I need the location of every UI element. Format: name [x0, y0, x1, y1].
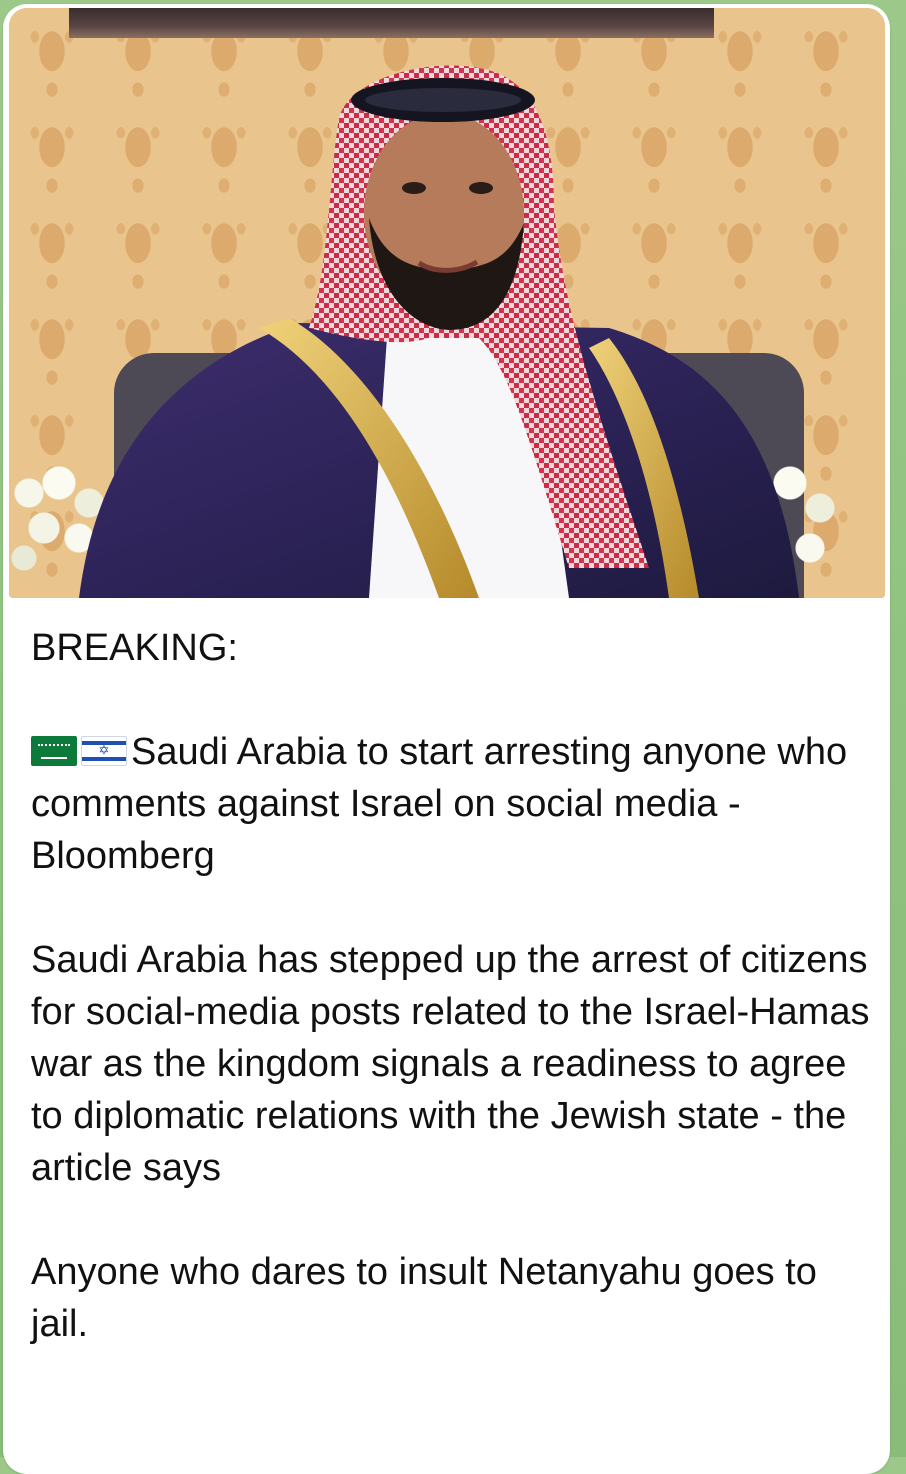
star-of-david-icon: ✡ — [98, 743, 110, 759]
body-paragraph: Saudi Arabia has stepped up the arrest o… — [31, 939, 870, 1189]
message-text: BREAKING: ✡ Saudi Arabia to start arresti… — [31, 622, 871, 1350]
breaking-label: BREAKING: — [31, 627, 238, 669]
closing-paragraph: Anyone who dares to insult Netanyahu goe… — [31, 1251, 817, 1345]
message-photo[interactable] — [9, 8, 885, 598]
israel-flag-icon: ✡ — [81, 736, 127, 766]
headline-paragraph: ✡ Saudi Arabia to start arresting anyone … — [31, 726, 871, 882]
saudi-arabia-flag-icon — [31, 736, 77, 766]
headline-text: Saudi Arabia to start arresting anyone w… — [31, 731, 848, 877]
message-bubble[interactable]: BREAKING: ✡ Saudi Arabia to start arresti… — [3, 4, 890, 1474]
photo-person — [79, 65, 799, 598]
